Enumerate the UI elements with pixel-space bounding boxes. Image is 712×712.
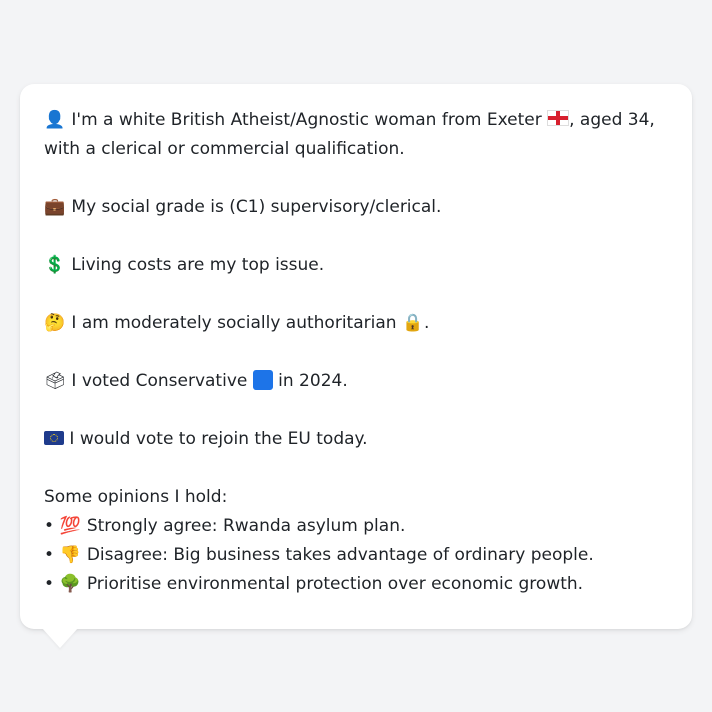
bullet: • bbox=[44, 516, 55, 536]
ballot-box-icon: 🗳 bbox=[44, 371, 66, 391]
england-flag-icon bbox=[547, 110, 570, 126]
vote-year-text: in 2024. bbox=[278, 371, 348, 391]
opinion-text: Strongly agree: Rwanda asylum plan. bbox=[86, 516, 406, 536]
vote-line: 🗳 I voted Conservative in 2024. bbox=[44, 367, 668, 396]
ideology-text: I am moderately socially authoritarian bbox=[71, 313, 397, 333]
identity-line: 👤 I'm a white British Atheist/Agnostic w… bbox=[44, 106, 668, 164]
eu-line: I would vote to rejoin the EU today. bbox=[44, 425, 668, 454]
ideology-end: . bbox=[423, 313, 430, 333]
opinions-section: Some opinions I hold: • 💯 Strongly agree… bbox=[44, 483, 668, 599]
bullet: • bbox=[44, 545, 55, 565]
top-issue-text: Living costs are my top issue. bbox=[71, 255, 325, 275]
blue-square-icon bbox=[252, 370, 273, 390]
top-issue-line: 💲 Living costs are my top issue. bbox=[44, 251, 668, 280]
social-grade-line: 💼 My social grade is (C1) supervisory/cl… bbox=[44, 193, 668, 222]
briefcase-icon: 💼 bbox=[44, 197, 66, 217]
thumbs-down-icon: 👎 bbox=[59, 545, 82, 565]
hundred-points-icon: 💯 bbox=[59, 516, 82, 536]
opinions-heading: Some opinions I hold: bbox=[44, 487, 228, 507]
opinion-text: Prioritise environmental protection over… bbox=[86, 574, 584, 594]
deciduous-tree-icon: 🌳 bbox=[59, 574, 82, 594]
persona-card: 👤 I'm a white British Atheist/Agnostic w… bbox=[20, 84, 692, 629]
list-item: • 🌳 Prioritise environmental protection … bbox=[44, 570, 668, 599]
opinion-text: Disagree: Big business takes advantage o… bbox=[86, 545, 594, 565]
social-grade-text: My social grade is (C1) supervisory/cler… bbox=[71, 197, 442, 217]
dollar-sign-icon: 💲 bbox=[44, 255, 66, 275]
eu-text: I would vote to rejoin the EU today. bbox=[69, 429, 368, 449]
bullet: • bbox=[44, 574, 55, 594]
padlock-icon: 🔒 bbox=[402, 313, 424, 333]
thinking-face-icon: 🤔 bbox=[44, 313, 66, 333]
list-item: • 👎 Disagree: Big business takes advanta… bbox=[44, 541, 668, 570]
identity-text: I'm a white British Atheist/Agnostic wom… bbox=[71, 110, 542, 130]
vote-text: I voted Conservative bbox=[71, 371, 248, 391]
bubble-tail bbox=[42, 628, 78, 648]
person-silhouette-icon: 👤 bbox=[44, 110, 66, 130]
opinions-list: • 💯 Strongly agree: Rwanda asylum plan. … bbox=[44, 512, 668, 599]
list-item: • 💯 Strongly agree: Rwanda asylum plan. bbox=[44, 512, 668, 541]
ideology-line: 🤔 I am moderately socially authoritarian… bbox=[44, 309, 668, 338]
eu-flag-icon bbox=[44, 431, 64, 445]
